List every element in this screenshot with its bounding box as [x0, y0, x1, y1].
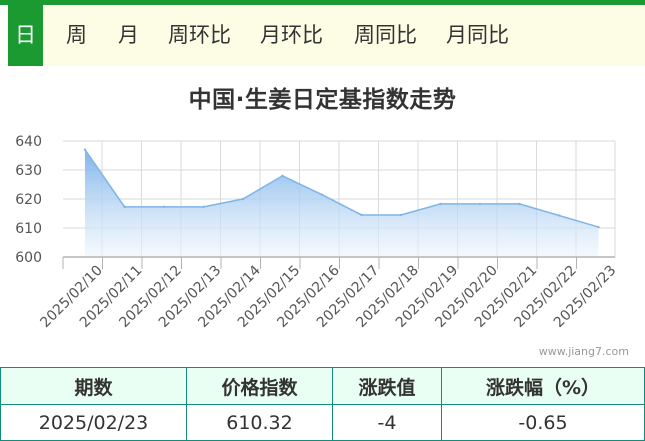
summary-data-row: 2025/02/23 610.32 -4 -0.65 — [0, 404, 645, 441]
data-point — [162, 205, 166, 209]
site-watermark: www.jiang7.com — [538, 345, 629, 358]
data-point — [597, 225, 600, 229]
y-tick-label: 640 — [15, 134, 42, 150]
summary-header-row: 期数 价格指数 涨跌值 涨跌幅（%） — [0, 367, 645, 405]
data-point — [478, 202, 482, 206]
header-period: 期数 — [0, 367, 187, 405]
data-point — [281, 174, 284, 177]
data-point — [202, 205, 205, 209]
header-change-value: 涨跌值 — [332, 367, 442, 405]
y-tick-label: 600 — [15, 250, 42, 266]
data-point — [320, 193, 324, 196]
y-tick-label: 620 — [15, 192, 42, 208]
data-point — [83, 148, 87, 151]
header-price-index: 价格指数 — [186, 367, 333, 405]
header-change-percent: 涨跌幅（%） — [441, 367, 645, 405]
data-point — [518, 202, 521, 206]
data-point — [360, 213, 363, 217]
data-point — [241, 197, 245, 201]
y-tick-label: 630 — [15, 163, 42, 179]
cell-change-value: -4 — [332, 404, 442, 441]
cell-change-percent: -0.65 — [441, 404, 645, 441]
data-point — [439, 202, 442, 206]
data-point — [399, 213, 403, 217]
summary-table: 期数 价格指数 涨跌值 涨跌幅（%） 2025/02/23 610.32 -4 … — [0, 367, 645, 441]
cell-price-index: 610.32 — [186, 404, 333, 441]
series-area-fill — [85, 149, 599, 257]
data-point — [123, 205, 126, 209]
index-trend-chart: 6006106206306402025/02/102025/02/112025/… — [15, 134, 619, 331]
y-tick-label: 610 — [15, 221, 42, 237]
cell-period: 2025/02/23 — [0, 404, 187, 441]
data-point — [557, 214, 561, 217]
